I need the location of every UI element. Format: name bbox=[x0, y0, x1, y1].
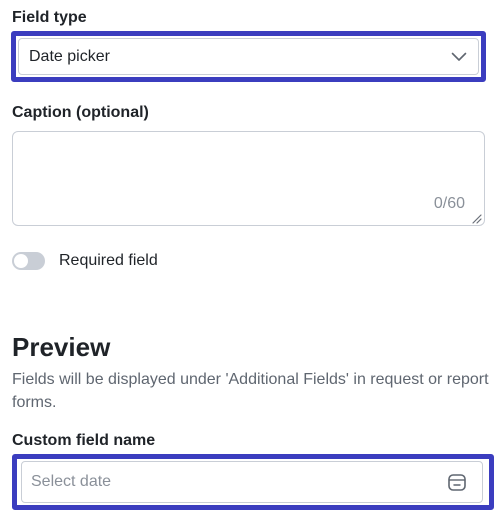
custom-field-name-label: Custom field name bbox=[12, 432, 156, 449]
field-type-selected-value: Date picker bbox=[29, 47, 110, 65]
date-picker-input[interactable]: Select date bbox=[21, 461, 483, 503]
required-field-label: Required field bbox=[59, 252, 158, 269]
date-input-focus-ring: Select date bbox=[12, 454, 494, 510]
required-field-toggle-row: Required field bbox=[12, 252, 158, 270]
required-field-toggle[interactable] bbox=[12, 252, 45, 270]
date-placeholder: Select date bbox=[31, 473, 112, 490]
caption-char-count: 0/60 bbox=[433, 195, 465, 212]
field-type-select[interactable]: Date picker bbox=[18, 38, 479, 75]
calendar-icon[interactable] bbox=[446, 471, 468, 493]
preview-heading: Preview bbox=[12, 332, 111, 362]
caption-textarea[interactable]: 0/60 bbox=[12, 131, 485, 226]
preview-description: Fields will be displayed under 'Addition… bbox=[12, 371, 489, 411]
toggle-knob bbox=[14, 254, 28, 268]
chevron-down-icon bbox=[450, 48, 468, 66]
field-type-select-focus-ring: Date picker bbox=[11, 31, 486, 82]
resize-handle-icon[interactable] bbox=[470, 211, 482, 224]
field-type-label: Field type bbox=[12, 9, 87, 26]
caption-label: Caption (optional) bbox=[12, 104, 149, 121]
